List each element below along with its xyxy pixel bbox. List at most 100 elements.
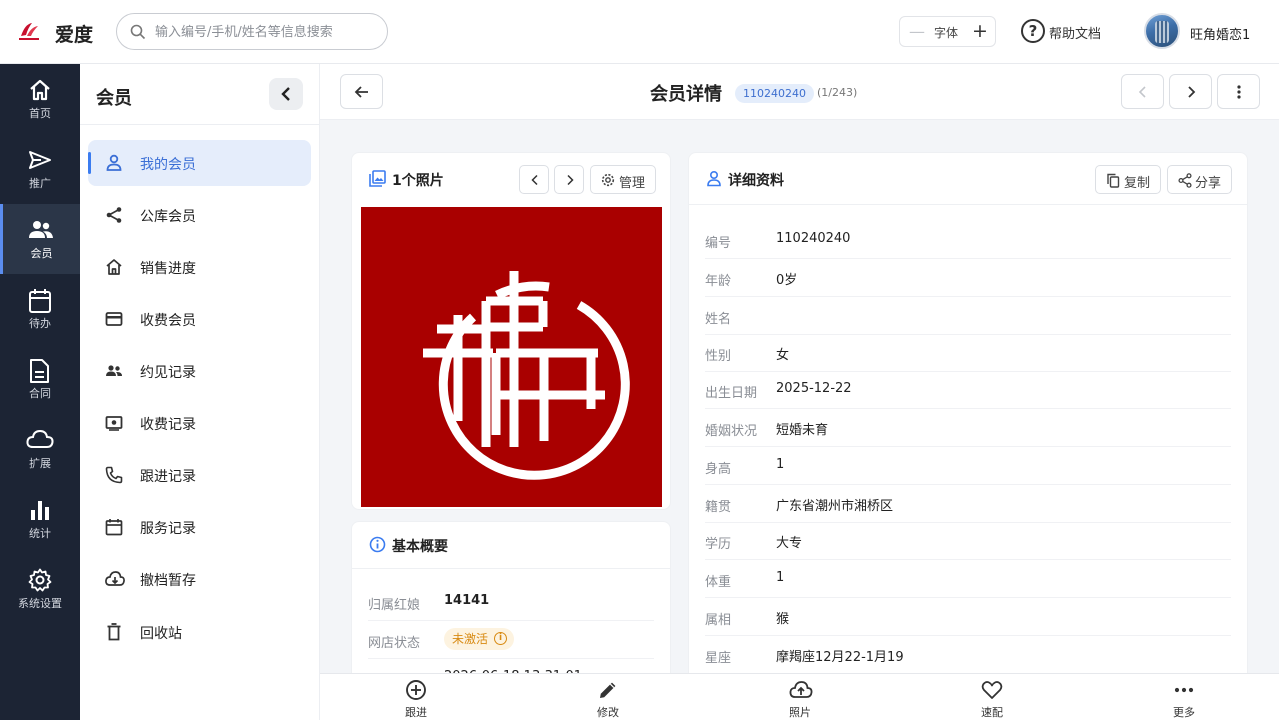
more-button[interactable]: 更多 (1144, 674, 1224, 720)
chevron-left-icon (281, 87, 290, 101)
previous-record-button[interactable] (1121, 74, 1164, 109)
brand-name: 爱度 (55, 24, 94, 46)
font-decrease-button[interactable]: — (908, 23, 926, 41)
sidebar-item-label: 公库会员 (140, 209, 196, 225)
field-value: 2025-12-22 (776, 381, 852, 396)
divider (80, 124, 320, 125)
help-icon: ? (1021, 19, 1045, 43)
sidebar-item-recycle-bin[interactable]: 回收站 (88, 609, 311, 655)
photo-prev-button[interactable] (519, 165, 549, 194)
nav-item-extension[interactable]: 扩展 (0, 414, 80, 484)
collapse-menu-button[interactable] (269, 78, 303, 110)
bar-chart-icon (31, 501, 49, 520)
sidebar-item-my-members[interactable]: 我的会员 (88, 140, 311, 186)
nav-item-members[interactable]: 会员 (0, 204, 80, 274)
plus-circle-icon (406, 680, 426, 700)
photo-upload-button[interactable]: 照片 (760, 674, 840, 720)
field-value: 摩羯座12月22-1月19 (776, 650, 904, 665)
members-icon (29, 221, 53, 238)
manage-photos-label: 管理 (619, 176, 646, 191)
person-icon (707, 170, 721, 187)
share-button[interactable]: 分享 (1167, 165, 1232, 194)
people-icon (106, 365, 122, 376)
avatar (1144, 13, 1180, 49)
nav-item-contract[interactable]: 合同 (0, 344, 80, 414)
sidebar-item-payment-records[interactable]: 收费记录 (88, 400, 311, 446)
user-name: 旺角婚恋1 (1190, 28, 1251, 43)
search-box[interactable] (116, 13, 388, 50)
sidebar-item-followup-records[interactable]: 跟进记录 (88, 452, 311, 498)
detail-row-height: 身高 1 (689, 447, 1247, 485)
nav-item-statistics[interactable]: 统计 (0, 484, 80, 554)
field-label: 属相 (705, 613, 732, 628)
info-icon: i (494, 632, 508, 645)
fortune-seal-image (423, 271, 630, 480)
detail-row-weight: 体重 1 (689, 560, 1247, 598)
sidebar-item-label: 收费会员 (140, 313, 196, 329)
sidebar-item-paid-members[interactable]: 收费会员 (88, 296, 311, 342)
member-photo[interactable] (361, 207, 662, 507)
search-input[interactable] (155, 22, 375, 42)
detail-row-constellation: 星座 摩羯座12月22-1月19 (689, 636, 1247, 674)
share-icon (106, 207, 122, 223)
detail-row-name: 姓名 (689, 297, 1247, 335)
nav-item-todo[interactable]: 待办 (0, 274, 80, 344)
chevron-right-icon (1188, 86, 1196, 98)
detail-row-gender: 性别 女 (689, 334, 1247, 372)
photo-card-header: 1个照片 管理 (352, 153, 670, 205)
send-icon (29, 151, 51, 169)
sidebar-item-label: 撤档暂存 (140, 573, 196, 589)
page-title: 会员详情 (650, 84, 722, 105)
field-label: 年龄 (705, 274, 732, 289)
field-label: 婚姻状况 (705, 424, 758, 439)
sidebar-item-public-members[interactable]: 公库会员 (88, 192, 311, 238)
status-badge[interactable]: 未激活 i (444, 628, 515, 650)
manage-photos-button[interactable]: 管理 (590, 165, 656, 194)
more-options-button[interactable] (1217, 74, 1260, 109)
person-icon (106, 154, 122, 171)
font-size-label: 字体 (934, 26, 959, 40)
detail-row-age: 年龄 0岁 (689, 259, 1247, 297)
field-label: 编号 (705, 236, 732, 251)
detail-row-zodiac-animal: 属相 猴 (689, 598, 1247, 636)
more-vertical-icon (1237, 85, 1241, 99)
field-label: 出生日期 (705, 386, 758, 401)
next-record-button[interactable] (1169, 74, 1212, 109)
cloud-icon (26, 429, 54, 448)
calendar-outline-icon (105, 519, 123, 536)
sidebar-item-label: 跟进记录 (140, 469, 196, 485)
field-label: 网店状态 (368, 636, 421, 651)
nav-item-promotion[interactable]: 推广 (0, 134, 80, 204)
field-value: 110240240 (776, 231, 851, 246)
font-increase-button[interactable]: + (970, 21, 990, 41)
summary-card-title: 基本概要 (392, 539, 448, 555)
field-label: 籍贯 (705, 500, 732, 515)
field-value: 大专 (776, 536, 803, 551)
sidebar-item-service-records[interactable]: 服务记录 (88, 504, 311, 550)
pencil-icon (600, 682, 616, 698)
nav-item-home[interactable]: 首页 (0, 64, 80, 134)
detail-row-marital-status: 婚姻状况 短婚未育 (689, 409, 1247, 447)
record-counter: (1/243) (817, 86, 858, 99)
home-outline-icon (106, 259, 122, 275)
sidebar-item-sales-progress[interactable]: 销售进度 (88, 244, 311, 290)
quick-match-button[interactable]: 速配 (952, 674, 1032, 720)
field-label: 姓名 (705, 312, 732, 327)
sidebar-item-label: 服务记录 (140, 521, 196, 537)
field-value: 1 (776, 570, 785, 585)
photo-next-button[interactable] (554, 165, 584, 194)
sidebar-item-archive-storage[interactable]: 撤档暂存 (88, 556, 311, 602)
field-label: 星座 (705, 651, 732, 666)
sidebar-item-meeting-records[interactable]: 约见记录 (88, 348, 311, 394)
member-id-badge: 110240240 (735, 84, 814, 103)
copy-button[interactable]: 复制 (1095, 165, 1161, 194)
photo-card: 1个照片 管理 (351, 152, 671, 510)
brand-logo-icon (19, 23, 39, 40)
edit-button[interactable]: 修改 (568, 674, 648, 720)
back-button[interactable] (340, 74, 383, 109)
summary-row-store-status: 网店状态 未激活 i (352, 621, 670, 659)
nav-item-settings[interactable]: 系统设置 (0, 554, 80, 624)
followup-button[interactable]: 跟进 (376, 674, 456, 720)
gear-icon (28, 568, 52, 592)
share-label: 分享 (1195, 176, 1222, 191)
